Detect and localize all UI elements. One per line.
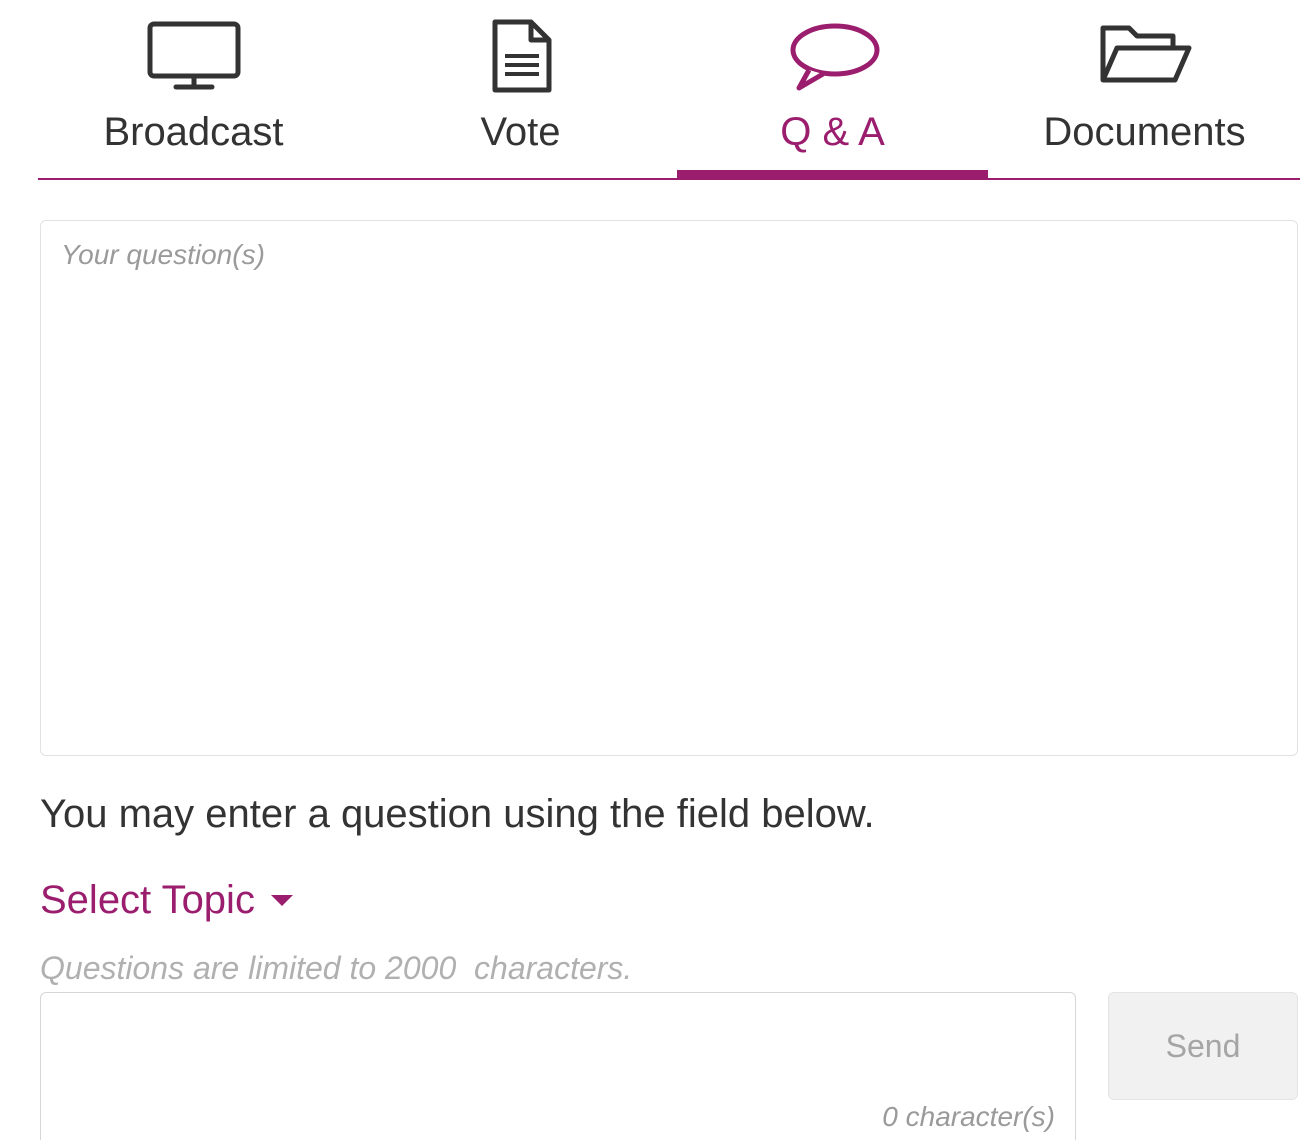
questions-placeholder: Your question(s)	[61, 239, 265, 270]
tab-label: Broadcast	[103, 110, 284, 154]
character-count: 0 character(s)	[882, 1101, 1055, 1132]
tab-label: Vote	[480, 110, 561, 154]
tab-qa[interactable]: Q & A	[677, 0, 988, 180]
tab-label: Documents	[1043, 110, 1246, 154]
tab-vote[interactable]: Vote	[365, 0, 676, 178]
questions-display: Your question(s)	[40, 220, 1298, 756]
select-topic-label: Select Topic	[40, 878, 255, 922]
select-topic-dropdown[interactable]: Select Topic	[40, 874, 293, 926]
speech-bubble-icon	[783, 16, 883, 96]
tab-documents[interactable]: Documents	[989, 0, 1300, 178]
question-input-box: 0 character(s)	[40, 992, 1076, 1140]
caret-down-icon	[270, 894, 293, 906]
instruction-text: You may enter a question using the field…	[40, 792, 875, 836]
tab-broadcast[interactable]: Broadcast	[38, 0, 349, 178]
character-limit-note: Questions are limited to 2000 characters…	[40, 950, 633, 986]
folder-open-icon	[1095, 16, 1195, 96]
send-button[interactable]: Send	[1108, 992, 1298, 1100]
tab-active-indicator	[677, 170, 988, 180]
monitor-icon	[144, 16, 244, 96]
tab-label: Q & A	[780, 110, 885, 154]
qa-panel: Broadcast Vote Q & A Documents Your ques…	[0, 0, 1300, 1140]
tab-bar: Broadcast Vote Q & A Documents	[38, 0, 1300, 180]
document-icon	[471, 16, 571, 96]
